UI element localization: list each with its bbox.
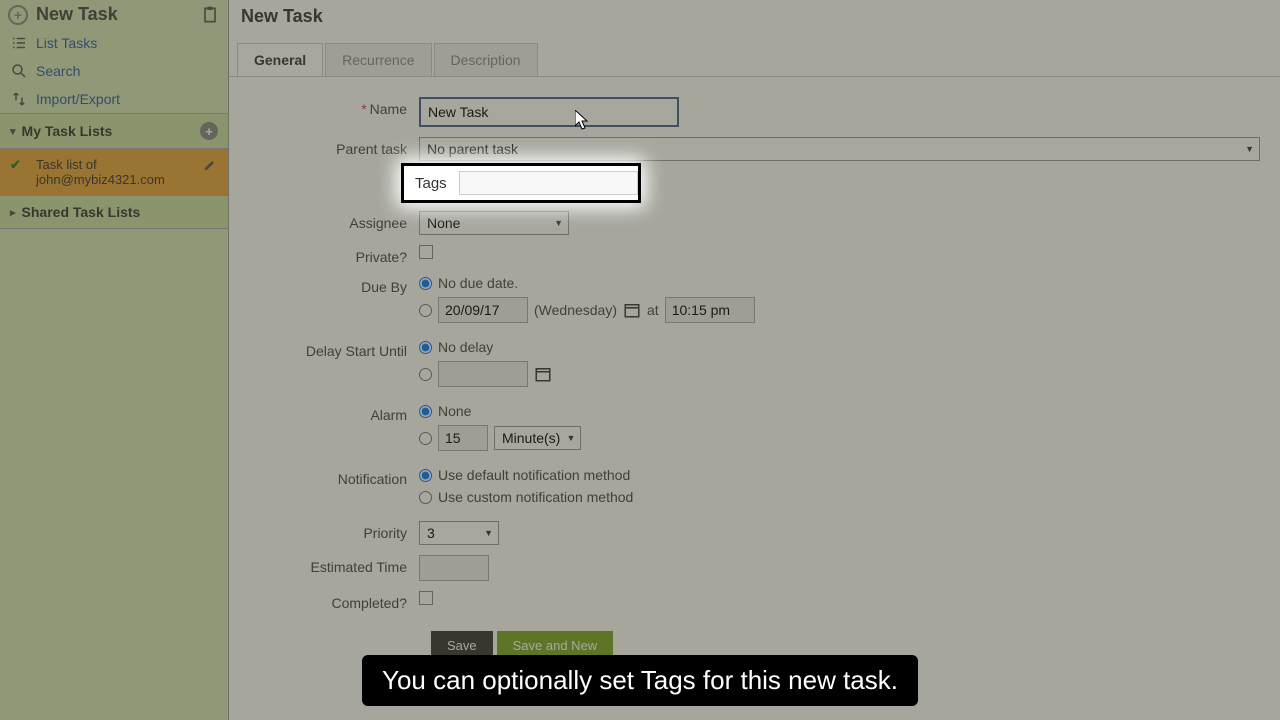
nav-label: List Tasks (36, 35, 97, 51)
notif-custom-text: Use custom notification method (438, 489, 633, 505)
main: New Task General Recurrence Description … (229, 0, 1280, 720)
label-alarm: Alarm (249, 403, 419, 423)
label-completed: Completed? (249, 591, 419, 611)
tab-general[interactable]: General (237, 43, 323, 76)
notif-radio-custom[interactable] (419, 491, 432, 504)
pencil-icon[interactable] (202, 157, 218, 173)
assignee-select[interactable]: None (419, 211, 569, 235)
private-checkbox[interactable] (419, 245, 433, 259)
section-shared-task-lists[interactable]: ▸ Shared Task Lists (0, 195, 228, 229)
tasklist-label: Task list of john@mybiz4321.com (36, 157, 165, 187)
delay-none-text: No delay (438, 339, 493, 355)
calendar-icon[interactable] (623, 301, 641, 319)
tabs: General Recurrence Description (229, 43, 1280, 77)
tasklist-item[interactable]: ✔ Task list of john@mybiz4321.com (0, 149, 228, 195)
nav-search[interactable]: Search (0, 57, 228, 85)
priority-select[interactable]: 3 (419, 521, 499, 545)
label-priority: Priority (249, 521, 419, 541)
nav-list: List Tasks Search Import/Export (0, 29, 228, 113)
tags-row-highlight: Tags (401, 163, 641, 203)
sidebar-header-label: New Task (36, 4, 118, 25)
search-icon (10, 62, 28, 80)
alarm-value-input[interactable] (438, 425, 488, 451)
parent-select[interactable]: No parent task (419, 137, 1260, 161)
name-input[interactable] (419, 97, 679, 127)
label-private: Private? (249, 245, 419, 265)
tab-recurrence[interactable]: Recurrence (325, 43, 431, 76)
add-list-icon[interactable]: + (200, 122, 218, 140)
label-parent: Parent task (249, 137, 419, 157)
dueby-radio-none[interactable] (419, 277, 432, 290)
nav-list-tasks[interactable]: List Tasks (0, 29, 228, 57)
sidebar-new-task[interactable]: + New Task (0, 0, 228, 29)
label-estimated: Estimated Time (249, 555, 419, 575)
nav-label: Search (36, 63, 80, 79)
clipboard-icon (200, 5, 220, 25)
dueby-time-input[interactable] (665, 297, 755, 323)
chevron-down-icon: ▾ (10, 125, 16, 138)
delay-date-input[interactable] (438, 361, 528, 387)
notif-default-text: Use default notification method (438, 467, 630, 483)
dueby-dayname: (Wednesday) (534, 302, 617, 318)
nav-label: Import/Export (36, 91, 120, 107)
label-name: *Name (249, 97, 419, 117)
plus-circle-icon: + (8, 5, 28, 25)
delay-radio-date[interactable] (419, 368, 432, 381)
alarm-radio-none[interactable] (419, 405, 432, 418)
alarm-none-text: None (438, 403, 471, 419)
sidebar: + New Task List Tasks Search Import/Expo… (0, 0, 229, 720)
calendar-icon[interactable] (534, 365, 552, 383)
completed-checkbox[interactable] (419, 591, 433, 605)
notif-radio-default[interactable] (419, 469, 432, 482)
tags-input[interactable] (459, 171, 638, 195)
dueby-nodue-text: No due date. (438, 275, 518, 291)
label-delay: Delay Start Until (249, 339, 419, 359)
import-export-icon (10, 90, 28, 108)
dueby-date-input[interactable] (438, 297, 528, 323)
chevron-right-icon: ▸ (10, 206, 16, 219)
estimated-input[interactable] (419, 555, 489, 581)
list-icon (10, 34, 28, 52)
label-notification: Notification (249, 467, 419, 487)
nav-import-export[interactable]: Import/Export (0, 85, 228, 113)
section-label: Shared Task Lists (22, 204, 141, 220)
delay-radio-none[interactable] (419, 341, 432, 354)
page-title: New Task (229, 0, 1280, 33)
tab-description[interactable]: Description (434, 43, 538, 76)
alarm-unit-select[interactable]: Minute(s) (494, 426, 581, 450)
section-label: My Task Lists (22, 123, 113, 139)
label-tags: Tags (415, 175, 447, 192)
section-my-task-lists[interactable]: ▾ My Task Lists + (0, 113, 228, 149)
form: *Name Parent task No parent task Tags Ta… (229, 77, 1280, 680)
dueby-radio-date[interactable] (419, 304, 432, 317)
alarm-radio-val[interactable] (419, 432, 432, 445)
label-dueby: Due By (249, 275, 419, 295)
check-icon: ✔ (10, 157, 28, 175)
tutorial-caption: You can optionally set Tags for this new… (362, 655, 918, 706)
label-assignee: Assignee (249, 211, 419, 231)
dueby-at: at (647, 302, 659, 318)
